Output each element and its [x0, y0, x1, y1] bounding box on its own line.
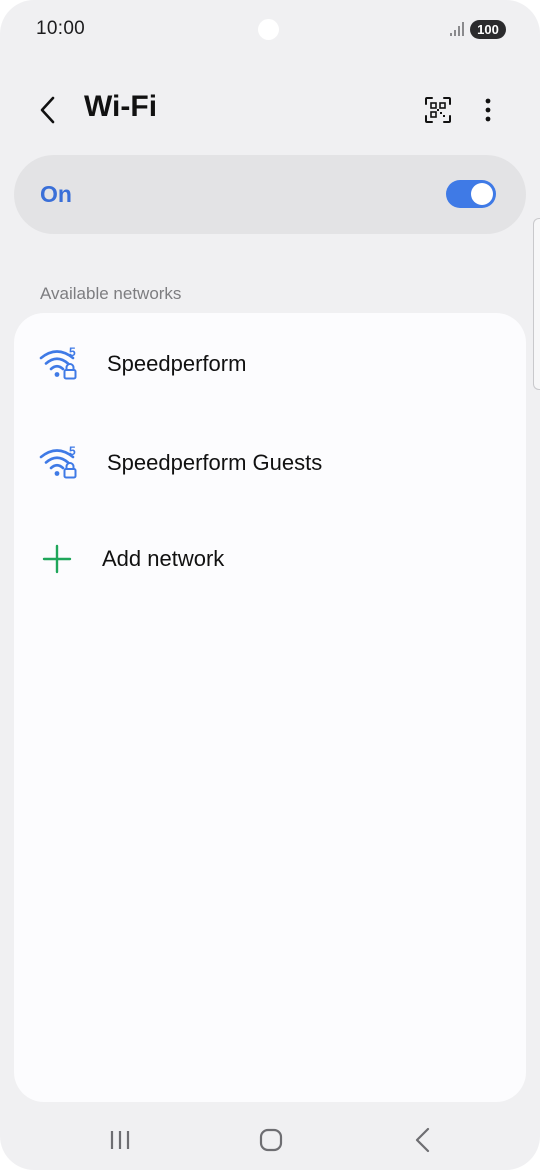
status-time: 10:00 — [36, 18, 86, 39]
home-icon[interactable] — [254, 1124, 288, 1156]
network-name: Speedperform Guests — [107, 450, 323, 475]
plus-icon — [42, 544, 72, 574]
more-vertical-icon — [485, 98, 491, 122]
wifi-master-toggle[interactable]: On — [14, 155, 526, 234]
back-button[interactable] — [30, 92, 66, 128]
svg-text:5: 5 — [69, 345, 76, 359]
qr-scan-button[interactable] — [420, 92, 456, 128]
add-network-label: Add network — [102, 546, 225, 571]
back-arrow-icon — [40, 96, 55, 124]
available-networks-header: Available networks — [40, 284, 182, 303]
battery-indicator: 100 — [470, 20, 506, 39]
switch-knob — [471, 183, 493, 205]
wifi-switch[interactable] — [446, 180, 496, 208]
signal-strength-icon — [450, 22, 464, 36]
scrollbar-handle[interactable] — [533, 218, 540, 390]
qr-scan-icon — [425, 97, 451, 123]
network-name: Speedperform — [107, 351, 247, 376]
wifi-settings-screen: 10:00 100 Wi-Fi On Available networks 5 … — [0, 0, 540, 1170]
system-navigation-bar — [0, 1110, 540, 1170]
status-bar: 10:00 100 — [0, 0, 540, 60]
page-title: Wi-Fi — [84, 90, 158, 123]
network-item-speedperform[interactable]: 5 Speedperform — [14, 315, 526, 411]
networks-list: 5 Speedperform 5 Speedperform Guests Add… — [14, 313, 526, 1102]
recent-apps-icon[interactable] — [103, 1124, 137, 1156]
wifi-lock-icon: 5 — [39, 345, 77, 380]
wifi-lock-icon: 5 — [39, 444, 77, 479]
front-camera-cutout — [258, 19, 279, 40]
svg-text:5: 5 — [69, 444, 76, 458]
add-network-button[interactable]: Add network — [14, 512, 526, 608]
more-options-button[interactable] — [472, 92, 504, 128]
nav-back-icon[interactable] — [406, 1124, 440, 1156]
app-header: Wi-Fi — [0, 80, 540, 140]
network-item-speedperform-guests[interactable]: 5 Speedperform Guests — [14, 414, 526, 510]
wifi-toggle-label: On — [40, 181, 72, 207]
